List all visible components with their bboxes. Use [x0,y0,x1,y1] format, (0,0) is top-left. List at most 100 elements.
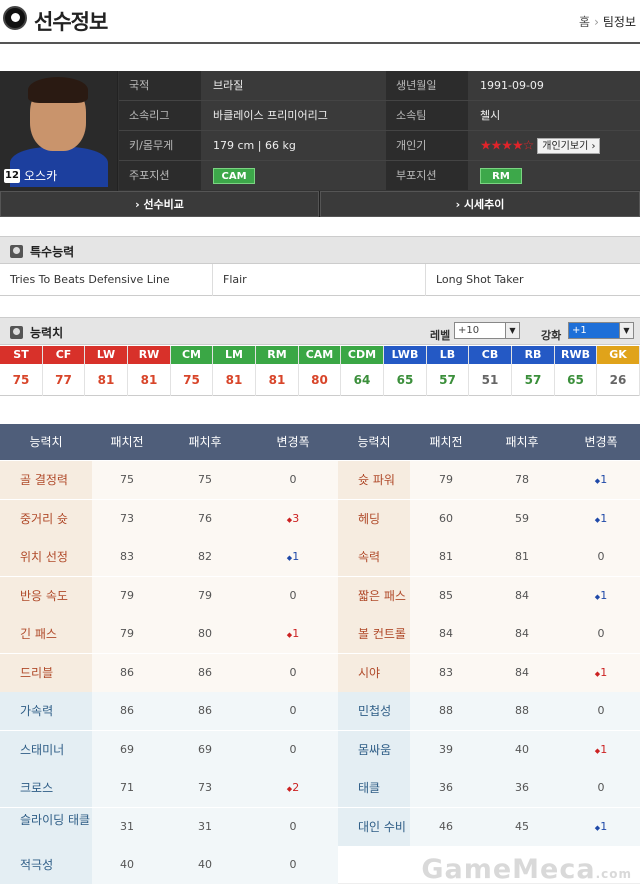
position-name: CDM [341,346,383,364]
stat-change: 0 [248,730,338,769]
price-trend-button[interactable]: › 시세추이 [320,191,640,217]
traits-section-header: 특수능력 [0,236,640,264]
enhance-select-value: +1 [572,325,587,336]
label-main-position: 주포지션 [119,161,201,190]
table-row: 드리블 86 86 0 시야 83 84 ◆1 [0,653,640,692]
stat-after: 76 [162,499,248,538]
stat-change: 0 [562,769,640,807]
breadcrumb: 홈 › 팀정보 [579,13,636,30]
stats-header-cell: 패치후 [188,435,222,449]
level-label: 레벨 [430,329,451,342]
value-club: 첼시 [468,101,640,130]
stat-after: 59 [482,499,562,538]
action-bar: › 선수비교 › 시세추이 [0,191,640,217]
soccer-ball-icon [3,6,27,30]
table-row: 위치 선정 83 82 ◆1 속력 81 81 0 [0,538,640,576]
stat-name: 대인 수비 [338,807,410,846]
trait-item: Long Shot Taker [436,273,524,286]
value-popularity: ★★★★☆ 개인기보기 › [468,131,640,160]
stat-after: 31 [162,807,248,846]
value-main-position: CAM [201,161,386,190]
stat-after: 79 [162,576,248,615]
stat-before: 86 [92,692,162,730]
stat-change: ◆1 [562,807,640,846]
stat-before: 60 [410,499,482,538]
stats-header-cell: 능력치 [29,435,63,449]
traits-list: Tries To Beats Defensive Line Flair Long… [0,264,640,296]
chevron-right-icon: › [594,15,599,29]
stat-before: 73 [92,499,162,538]
stat-name: 가속력 [0,692,92,730]
stat-change: ◆1 [248,615,338,653]
stat-change: 0 [248,692,338,730]
stat-after: 86 [162,653,248,692]
position-value: 51 [469,364,511,396]
stat-before: 46 [410,807,482,846]
info-row-body: 키/몸무게 179 cm | 66 kg 개인기 ★★★★☆ 개인기보기 › [119,131,640,161]
position-name: RB [512,346,554,364]
label-popularity: 개인기 [386,131,468,160]
stat-change: ◆1 [562,576,640,615]
position-value: 81 [128,364,170,396]
position-name: LWB [384,346,426,364]
position-cell-rwb: RWB 65 [555,346,597,396]
position-cell-st: ST 75 [0,346,43,396]
stat-before: 31 [92,807,162,846]
stat-before: 83 [410,653,482,692]
stat-name: 볼 컨트롤 [338,615,410,653]
value-sub-position: RM [468,161,640,190]
position-value: 65 [384,364,426,396]
stat-after: 40 [482,730,562,769]
stat-name: 반응 속도 [0,576,92,615]
player-info-panel: 12 오스카 국적 브라질 생년월일 1991-09-09 소속리그 바클레이스… [0,71,640,191]
enhance-select[interactable]: +1 ▼ [568,322,634,339]
stats-header-cell: 능력치 [357,435,391,449]
stat-change: 0 [248,807,338,846]
stat-before: 81 [410,538,482,576]
stat-before: 85 [410,576,482,615]
table-row: 긴 패스 79 80 ◆1 볼 컨트롤 84 84 0 [0,615,640,653]
skill-view-button[interactable]: 개인기보기 › [537,138,601,154]
position-cell-cf: CF 77 [43,346,85,396]
stat-change: 0 [562,692,640,730]
stats-header-cell: 변경폭 [584,435,618,449]
label-club: 소속팀 [386,101,468,130]
label-body: 키/몸무게 [119,131,201,160]
stat-name: 적극성 [0,846,92,884]
stat-before: 79 [92,576,162,615]
level-select[interactable]: +10 ▼ [454,322,520,339]
stat-before: 40 [92,846,162,884]
position-cell-lb: LB 57 [427,346,469,396]
stat-change: 0 [562,538,640,576]
stat-before: 79 [92,615,162,653]
position-cell-cam: CAM 80 [299,346,341,396]
table-row: 스태미너 69 69 0 몸싸움 39 40 ◆1 [0,730,640,769]
stat-after: 69 [162,730,248,769]
position-name: CM [171,346,212,364]
position-value: 81 [85,364,127,396]
stat-name: 짧은 패스 [338,576,410,615]
position-cell-rm: RM 81 [256,346,299,396]
stats-header-cell: 패치후 [505,435,539,449]
breadcrumb-current[interactable]: 팀정보 [603,15,636,29]
stat-before: 86 [92,653,162,692]
stat-name: 슛 파워 [338,461,410,499]
stat-before: 83 [92,538,162,576]
stat-before: 75 [92,461,162,499]
stat-after: 88 [482,692,562,730]
compare-player-button[interactable]: › 선수비교 [0,191,319,217]
breadcrumb-home-link[interactable]: 홈 [579,15,590,29]
value-body: 179 cm | 66 kg [201,131,386,160]
table-row: 슬라이딩 태클 31 31 0 대인 수비 46 45 ◆1 [0,807,640,846]
stat-change: ◆2 [248,769,338,807]
position-value: 81 [256,364,298,396]
stat-change: 0 [248,461,338,499]
player-number: 12 [4,168,20,183]
stat-change: 0 [248,653,338,692]
value-birth: 1991-09-09 [468,71,640,100]
table-row: 중거리 슛 73 76 ◆3 헤딩 60 59 ◆1 [0,499,640,538]
stat-before: 39 [410,730,482,769]
stat-after: 36 [482,769,562,807]
stat-after: 82 [162,538,248,576]
position-name: CAM [299,346,340,364]
